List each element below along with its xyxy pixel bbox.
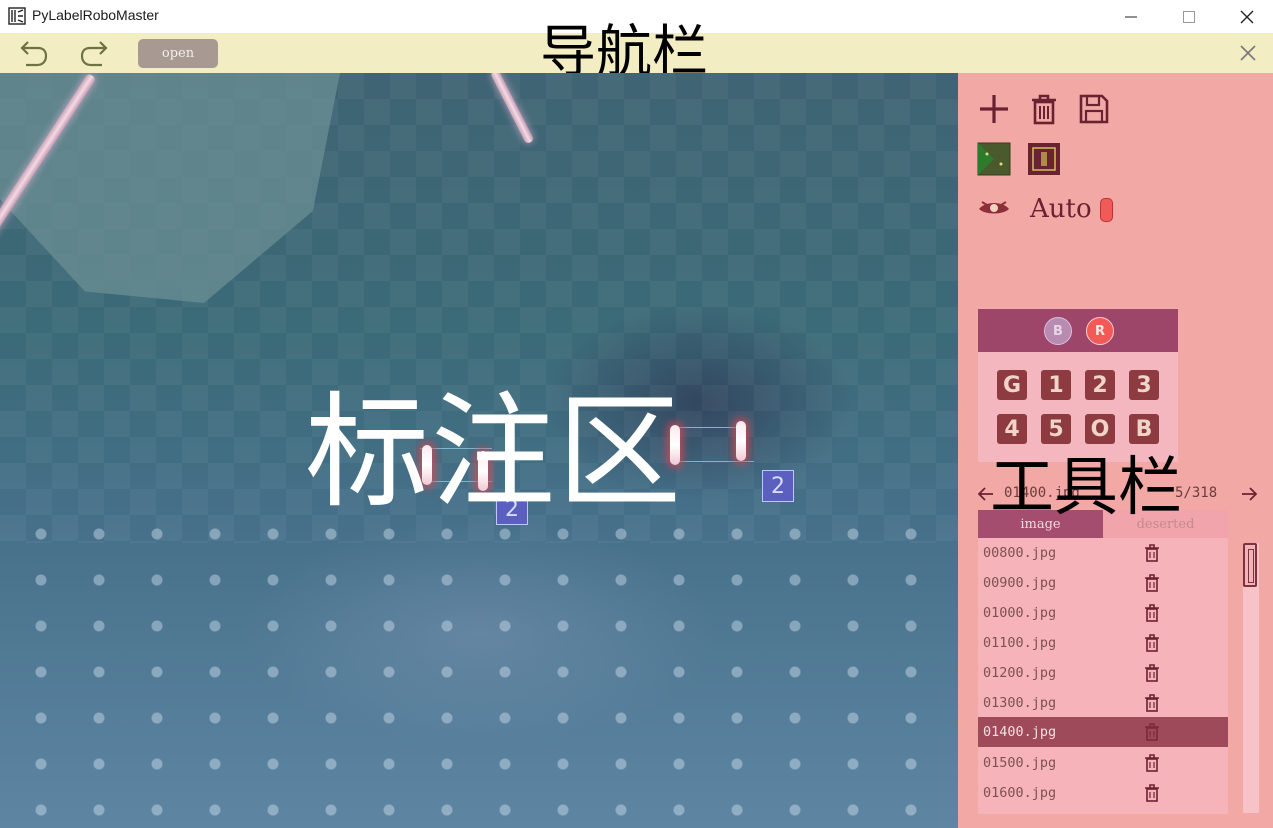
file-name: 01100.jpg (983, 635, 1057, 651)
file-name: 01000.jpg (983, 605, 1057, 621)
file-name: 01300.jpg (983, 695, 1057, 711)
minimize-button[interactable] (1102, 0, 1160, 33)
trash-icon[interactable] (1144, 544, 1160, 562)
list-item[interactable]: 01100.jpg (978, 628, 1228, 658)
trash-icon[interactable] (1144, 604, 1160, 622)
file-name: 01600.jpg (983, 785, 1057, 801)
trash-icon[interactable] (1144, 574, 1160, 592)
file-name: 01500.jpg (983, 755, 1057, 771)
save-icon (1079, 94, 1109, 124)
class-button[interactable]: 5 (1041, 414, 1071, 444)
close-button[interactable] (1218, 0, 1273, 33)
close-icon[interactable] (1238, 43, 1258, 63)
file-name: 01400.jpg (983, 724, 1057, 740)
list-item[interactable]: 01500.jpg (978, 748, 1228, 778)
class-button[interactable]: 1 (1041, 370, 1071, 400)
file-name: 00800.jpg (983, 545, 1057, 561)
box-tool-button[interactable] (1027, 142, 1061, 176)
next-file-arrow-icon[interactable] (1241, 486, 1257, 502)
add-icon (980, 95, 1008, 123)
navbar: open 导航栏 (0, 20, 1273, 85)
undo-arrow-icon[interactable] (18, 38, 50, 70)
trash-icon[interactable] (1144, 784, 1160, 802)
minimize-icon (1125, 16, 1137, 17)
team-red-button[interactable]: R (1086, 317, 1114, 345)
toolbar-label: 工具栏 (990, 451, 1182, 525)
trash-icon[interactable] (1144, 723, 1160, 741)
save-button[interactable] (1077, 92, 1111, 126)
maximize-button[interactable] (1160, 0, 1218, 33)
class-button[interactable]: G (997, 370, 1027, 400)
armor-box (674, 427, 744, 428)
light-bar[interactable] (736, 421, 746, 461)
grid-tool-button[interactable] (977, 142, 1011, 176)
file-list: 00800.jpg 00900.jpg 01000.jpg 01100.jpg … (978, 538, 1228, 814)
class-button[interactable]: 2 (1085, 370, 1115, 400)
scrollbar-thumb[interactable] (1243, 543, 1257, 587)
trash-icon[interactable] (1144, 634, 1160, 652)
list-item[interactable]: 00900.jpg (978, 568, 1228, 598)
class-button[interactable]: 3 (1129, 370, 1159, 400)
class-button[interactable]: 4 (997, 414, 1027, 444)
box-icon (1028, 143, 1060, 175)
list-item[interactable]: 00800.jpg (978, 538, 1228, 568)
delete-button[interactable] (1027, 92, 1061, 126)
auto-toggle[interactable] (1100, 198, 1113, 222)
auto-label: Auto (1030, 194, 1092, 224)
redo-arrow-icon[interactable] (78, 38, 110, 70)
list-item[interactable]: 01600.jpg (978, 778, 1228, 808)
close-icon (1240, 10, 1254, 23)
class-selector: G 1 2 3 4 5 O B (978, 352, 1178, 462)
class-button[interactable]: O (1085, 414, 1115, 444)
delete-icon (1032, 94, 1056, 125)
trash-icon[interactable] (1144, 664, 1160, 682)
canvas-label: 标注区 (305, 381, 684, 525)
grid-icon (977, 142, 1011, 176)
file-name: 00900.jpg (983, 575, 1057, 591)
app-icon (8, 7, 26, 25)
trash-icon[interactable] (1144, 694, 1160, 712)
team-blue-button[interactable]: B (1044, 317, 1072, 345)
app-title: PyLabelRoboMaster (32, 7, 159, 23)
class-button[interactable]: B (1129, 414, 1159, 444)
file-name: 01200.jpg (983, 665, 1057, 681)
maximize-icon (1183, 10, 1195, 23)
list-item-selected[interactable]: 01400.jpg (978, 717, 1228, 747)
team-selector: B R (978, 309, 1178, 352)
annotation-canvas[interactable]: 2 2 标注区 (0, 73, 958, 828)
visibility-toggle[interactable] (977, 192, 1011, 226)
list-item[interactable]: 01000.jpg (978, 598, 1228, 628)
eye-icon (979, 201, 1009, 214)
floor-texture (0, 503, 958, 828)
list-item[interactable]: 01200.jpg (978, 658, 1228, 688)
armor-box (674, 461, 754, 462)
open-button[interactable]: open (138, 39, 218, 68)
add-button[interactable] (977, 92, 1011, 126)
armor-class-badge[interactable]: 2 (762, 470, 794, 502)
list-item[interactable]: 01300.jpg (978, 688, 1228, 718)
trash-icon[interactable] (1144, 754, 1160, 772)
